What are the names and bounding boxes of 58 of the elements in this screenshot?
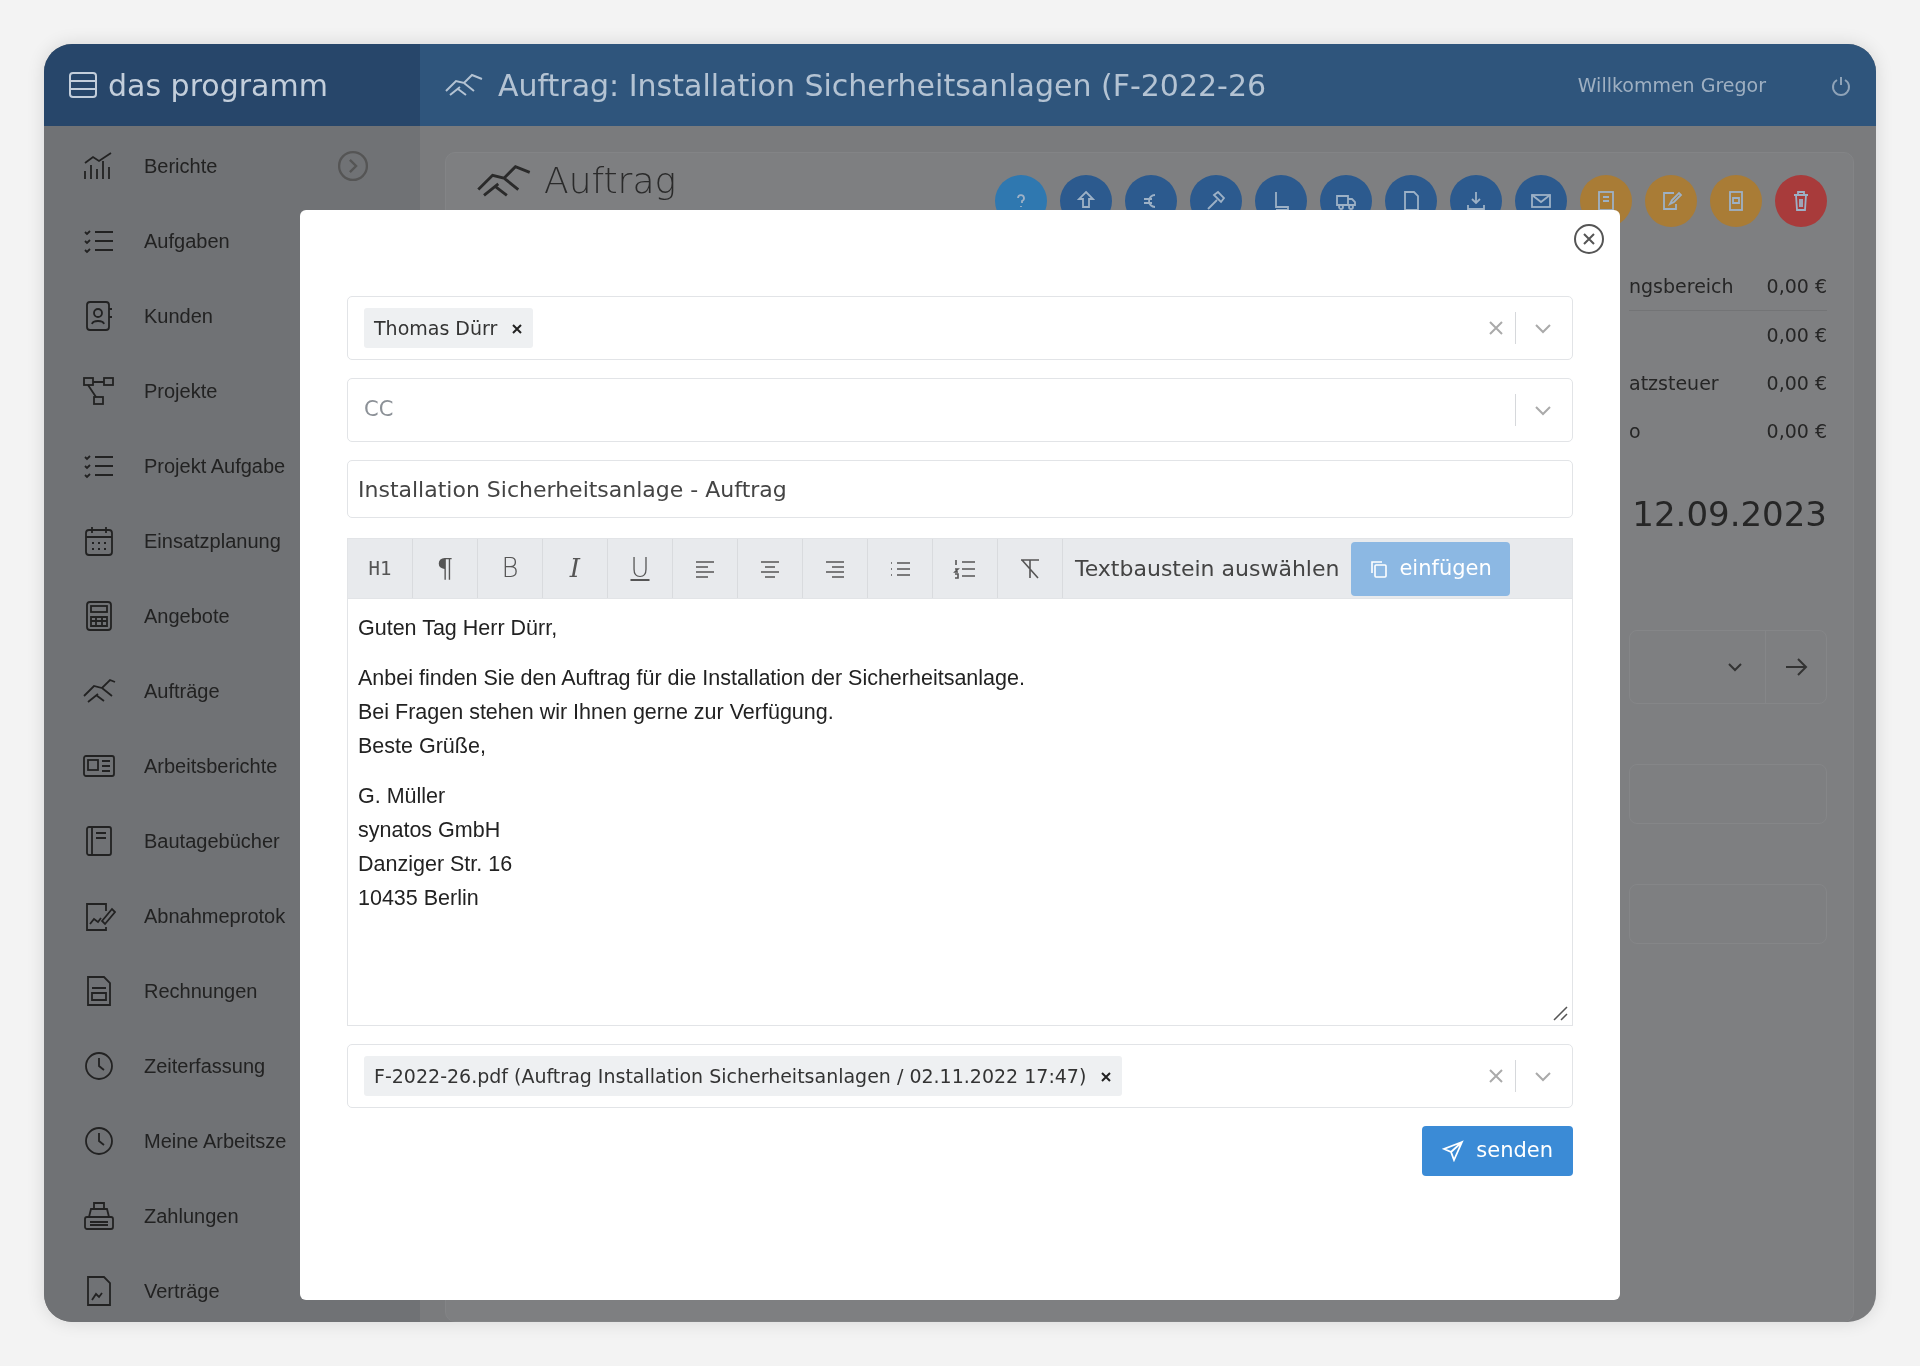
dropdown-button[interactable] [1534, 322, 1552, 334]
close-icon [511, 323, 524, 335]
sidebar-item[interactable]: Zahlungen [44, 1178, 420, 1253]
card-title: Auftrag [544, 159, 677, 203]
summary-label: o [1629, 418, 1641, 444]
chevron-icon [1534, 404, 1552, 416]
close-icon [1100, 1071, 1113, 1083]
action-button[interactable] [1775, 175, 1827, 227]
close-icon [1487, 1067, 1505, 1085]
message-paragraph: G. Müller synatos GmbH Danziger Str. 16 10435 Berlin [358, 783, 514, 912]
date-text: 12.09.2023 [1631, 493, 1827, 536]
close-button[interactable] [1573, 223, 1605, 255]
chevron-icon [1534, 1070, 1552, 1082]
message-paragraph: Guten Tag Herr Dürr, [358, 615, 559, 642]
expand-icon [336, 148, 370, 183]
attachment-field[interactable]: F-2022-26.pdf (Auftrag Installation Sicherheitsanlagen / 02.11.2022 17:47) [347, 1044, 1573, 1108]
summary-value: 0,00 € [1766, 418, 1827, 444]
snippet-dropdown[interactable]: Textbaustein auswählen [1063, 552, 1352, 585]
arrow-right-icon[interactable] [1784, 657, 1808, 677]
chip: F-2022-26.pdf (Auftrag Installation Sicherheitsanlagen / 02.11.2022 17:47) [364, 1055, 1123, 1097]
action-icon [1464, 189, 1488, 213]
recipient-field[interactable]: Thomas Dürr [347, 296, 1573, 360]
send-button[interactable]: senden [1422, 1126, 1573, 1176]
chevron-icon [1727, 662, 1743, 672]
underline-button[interactable]: U [608, 538, 673, 599]
welcome-text: Willkommen Gregor [1577, 72, 1766, 98]
italic-button[interactable]: I [543, 538, 608, 599]
copy-icon [1369, 558, 1390, 579]
sidebar-item[interactable]: Berichte [44, 128, 420, 203]
paragraph-button[interactable]: ¶ [413, 538, 478, 599]
chip: Thomas Dürr [364, 307, 534, 349]
close-icon [1487, 319, 1505, 337]
clear-button[interactable] [1487, 319, 1505, 337]
select-field[interactable] [1629, 630, 1827, 704]
server-icon [68, 71, 98, 99]
summary-label: atzsteuer [1629, 370, 1719, 396]
sidebar-item[interactable]: Aufgaben [44, 203, 420, 278]
bold-button[interactable]: B [478, 538, 543, 599]
summary-value: 0,00 € [1766, 370, 1827, 396]
chevron-icon [1534, 322, 1552, 334]
cc-field[interactable]: CC [347, 378, 1573, 442]
dropdown-button[interactable] [1534, 404, 1552, 416]
clear-button[interactable] [1487, 1067, 1505, 1085]
resize-handle-icon [1552, 1005, 1568, 1021]
summary-value: 0,00 € [1766, 322, 1827, 348]
placeholder-text: CC [364, 396, 394, 424]
subject-field[interactable]: Installation Sicherheitsanlage - Auftrag [347, 460, 1573, 518]
summary-label: ngsbereich [1629, 274, 1734, 300]
heading-button[interactable]: H1 [348, 538, 413, 599]
summary-value: 0,00 € [1766, 274, 1827, 300]
dropdown-button[interactable] [1534, 1070, 1552, 1082]
message-editor[interactable] [347, 598, 1573, 1026]
app-name: das programm [108, 66, 328, 105]
page-heading: Auftrag: Installation Sicherheitsanlagen (F-2022-26 [498, 66, 1268, 105]
send-icon [1442, 1140, 1465, 1162]
sidebar-item[interactable]: Rechnungen [44, 953, 420, 1028]
message-paragraph: Anbei finden Sie den Auftrag für die Installation der Sicherheitsanlage. Bei Fragen stehen wir Ihnen gerne zur Verfügung. Beste Grüße, [358, 665, 1026, 760]
sidebar-item[interactable]: Verträge [44, 1253, 420, 1322]
